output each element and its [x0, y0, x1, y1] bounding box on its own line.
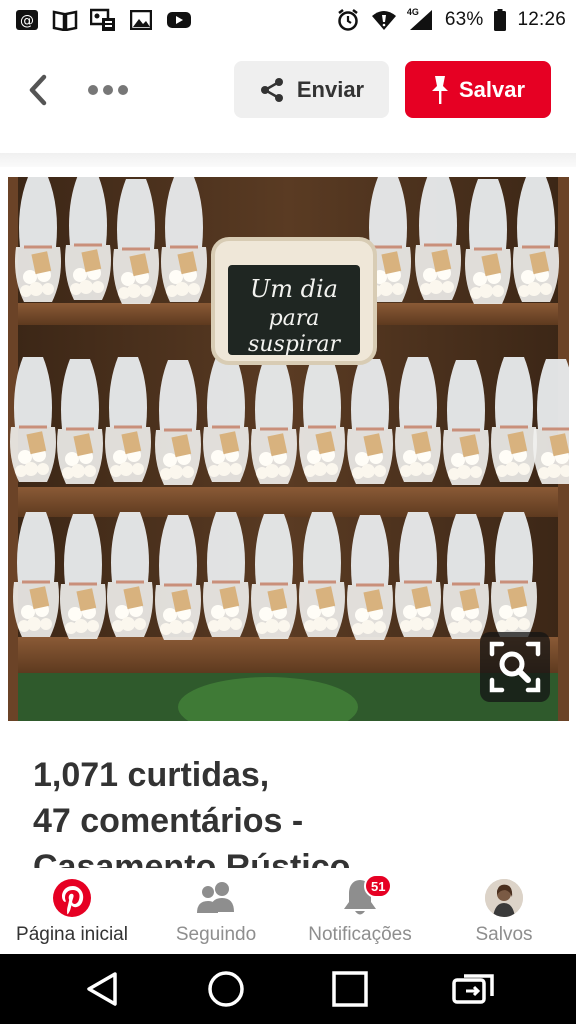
pin-title-line-2: 47 comentários -	[33, 802, 304, 840]
bell-icon: 51	[342, 874, 393, 918]
system-switch-app-button[interactable]	[444, 959, 504, 1019]
wifi-icon	[371, 9, 397, 31]
profile-card-icon	[90, 8, 116, 31]
signal-icon: 4G	[406, 7, 435, 31]
visual-search-button[interactable]	[480, 632, 550, 702]
svg-text:@: @	[20, 13, 34, 29]
ellipsis-icon	[88, 85, 128, 95]
nav-saved[interactable]: Salvos	[432, 868, 576, 954]
dual-window-icon	[452, 974, 494, 1004]
status-bar: @ 4G 63% 12:26	[0, 0, 576, 40]
at-sign-icon: @	[14, 9, 40, 31]
chevron-left-icon	[29, 74, 47, 106]
pinterest-logo-icon	[52, 878, 92, 918]
share-icon	[260, 77, 283, 102]
people-icon	[195, 878, 237, 918]
nav-home-label: Página inicial	[16, 924, 128, 945]
network-type-label: 4G	[406, 7, 419, 17]
youtube-icon	[166, 9, 192, 31]
battery-icon	[493, 9, 507, 31]
book-icon	[52, 9, 78, 31]
send-button-label: Enviar	[296, 76, 365, 102]
pin-icon	[431, 75, 448, 104]
avatar	[485, 879, 523, 917]
nav-notifications[interactable]: 51 Notificações	[288, 868, 432, 954]
more-options-button[interactable]	[78, 65, 138, 115]
android-nav-bar	[0, 954, 576, 1024]
divider	[0, 153, 576, 167]
send-button[interactable]: Enviar	[234, 61, 389, 118]
sign-line-2: para	[269, 306, 320, 331]
square-recents-icon	[332, 971, 368, 1007]
visual-search-icon	[489, 641, 541, 693]
bottom-nav: Página inicial Seguindo 51 Notificações …	[0, 868, 576, 954]
clock: 12:26	[517, 9, 566, 30]
nav-saved-label: Salvos	[475, 924, 533, 945]
system-back-button[interactable]	[72, 959, 132, 1019]
circle-home-icon	[208, 971, 244, 1007]
image-icon	[128, 9, 154, 31]
nav-notifications-label: Notificações	[308, 924, 412, 945]
pin-title-line-1: 1,071 curtidas,	[33, 756, 270, 794]
nav-following-label: Seguindo	[175, 924, 257, 945]
sign-line-3: suspirar	[248, 332, 342, 357]
battery-percent: 63%	[444, 9, 484, 30]
system-home-button[interactable]	[196, 959, 256, 1019]
saved-avatar-wrapper	[485, 878, 523, 918]
nav-following[interactable]: Seguindo	[144, 868, 288, 954]
system-status: 4G 63% 12:26	[335, 7, 566, 31]
save-button[interactable]: Salvar	[405, 61, 551, 118]
notification-icons: @	[14, 8, 192, 31]
chalkboard-sign: Um dia para suspirar	[211, 237, 377, 365]
pin-closeup-screen: @ 4G 63% 12:26 Enviar Salvar Um dia para…	[0, 0, 576, 1024]
back-button[interactable]	[20, 65, 56, 115]
sign-line-1: Um dia	[250, 275, 338, 303]
system-recents-button[interactable]	[320, 959, 380, 1019]
pin-title-line-3: Casamento Rústico	[33, 848, 351, 870]
alarm-icon	[335, 9, 361, 31]
save-button-label: Salvar	[458, 76, 526, 102]
pin-title: 1,071 curtidas, 47 comentários - Casamen…	[33, 752, 553, 870]
triangle-back-icon	[87, 972, 117, 1006]
notification-badge: 51	[364, 874, 393, 898]
nav-home[interactable]: Página inicial	[0, 868, 144, 954]
pin-action-bar: Enviar Salvar	[0, 40, 576, 140]
